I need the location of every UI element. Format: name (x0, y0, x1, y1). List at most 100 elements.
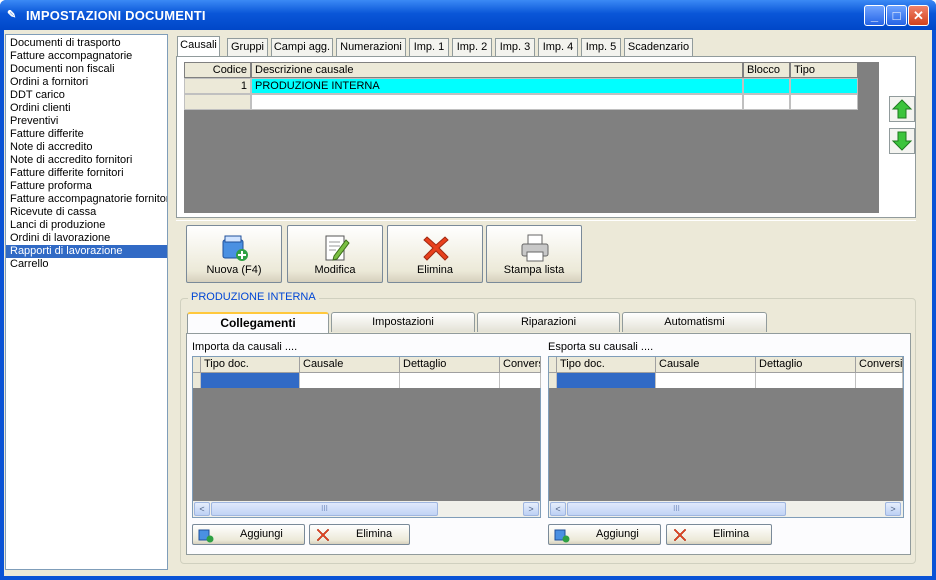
add-icon (554, 529, 570, 543)
edit-icon (325, 235, 350, 261)
sub-grid-header: Dettaglio (400, 357, 500, 373)
import-delete-button[interactable]: Elimina (309, 524, 410, 545)
doc-list-item[interactable]: Documenti di trasporto (6, 37, 167, 50)
doc-list-item[interactable]: Preventivi (6, 115, 167, 128)
print-list-button-label: Stampa lista (503, 264, 565, 276)
new-document-icon (222, 235, 248, 261)
sub-grid-cell[interactable] (201, 373, 300, 388)
move-up-button[interactable] (889, 96, 915, 122)
doc-list-item[interactable]: Ricevute di cassa (6, 206, 167, 219)
export-add-button[interactable]: Aggiungi (548, 524, 661, 545)
sub-grid-cell[interactable] (756, 373, 856, 388)
sub-grid-cell[interactable] (400, 373, 500, 388)
doc-list-item[interactable]: Ordini a fornitori (6, 76, 167, 89)
bottom-tab-1[interactable]: Impostazioni (331, 312, 475, 332)
bottom-tab-2[interactable]: Riparazioni (477, 312, 620, 332)
sub-grid-cell[interactable] (557, 373, 656, 388)
minimize-button[interactable]: _ (864, 5, 885, 26)
edit-button[interactable]: Modifica (287, 225, 383, 283)
sub-grid-cell[interactable] (656, 373, 756, 388)
grid-cell[interactable]: PRODUZIONE INTERNA (251, 78, 743, 94)
tab-5[interactable]: Imp. 2 (452, 38, 492, 56)
doc-list-item[interactable]: Lanci di produzione (6, 219, 167, 232)
doc-list-item[interactable]: Fatture accompagnatorie (6, 50, 167, 63)
add-icon (198, 529, 214, 543)
doc-list-item[interactable]: Ordini clienti (6, 102, 167, 115)
arrow-down-icon (891, 131, 913, 151)
tab-4[interactable]: Imp. 1 (409, 38, 449, 56)
scroll-thumb[interactable]: III (567, 502, 786, 516)
doc-list-item[interactable]: Note di accredito (6, 141, 167, 154)
row-selector-header (549, 357, 557, 373)
new-button[interactable]: Nuova (F4) (186, 225, 282, 283)
tab-7[interactable]: Imp. 4 (538, 38, 578, 56)
edit-button-label: Modifica (314, 264, 356, 276)
close-icon: ✕ (913, 8, 924, 23)
printer-icon (521, 234, 549, 262)
scroll-grip-icon: III (673, 504, 680, 513)
grid-cell[interactable] (790, 78, 858, 94)
document-type-list[interactable]: Documenti di trasporto Fatture accompagna… (5, 34, 168, 570)
sub-grid-header: Causale (300, 357, 400, 373)
tab-1[interactable]: Gruppi (227, 38, 268, 56)
maximize-button[interactable]: □ (886, 5, 907, 26)
doc-list-item[interactable]: DDT carico (6, 89, 167, 102)
tab-2[interactable]: Campi agg. (271, 38, 333, 56)
doc-list-item[interactable]: Rapporti di lavorazione (6, 245, 167, 258)
move-down-button[interactable] (889, 128, 915, 154)
row-selector (193, 373, 201, 388)
import-delete-label: Elimina (356, 528, 393, 540)
export-delete-label: Elimina (713, 528, 750, 540)
export-delete-button[interactable]: Elimina (666, 524, 772, 545)
grid-empty-cell[interactable] (184, 94, 251, 110)
doc-list-item[interactable]: Fatture differite fornitori (6, 167, 167, 180)
tab-3[interactable]: Numerazioni (336, 38, 406, 56)
doc-list-item[interactable]: Fatture differite (6, 128, 167, 141)
doc-list-item[interactable]: Documenti non fiscali (6, 63, 167, 76)
grid-header: Codice (184, 62, 251, 78)
sub-grid-cell[interactable] (856, 373, 903, 388)
grid-empty-cell[interactable] (743, 94, 790, 110)
tab-8[interactable]: Imp. 5 (581, 38, 621, 56)
grid-cell[interactable]: 1 (184, 78, 251, 94)
grid-cell[interactable] (743, 78, 790, 94)
grid-empty-cell[interactable] (790, 94, 858, 110)
sub-grid-header: Tipo doc. (201, 357, 300, 373)
export-label: Esporta su causali .... (548, 341, 654, 353)
grid-header: Descrizione causale (251, 62, 743, 78)
scroll-left-icon[interactable]: < (194, 502, 210, 516)
tab-6[interactable]: Imp. 3 (495, 38, 535, 56)
row-selector-header (193, 357, 201, 373)
bottom-tab-0[interactable]: Collegamenti (187, 312, 329, 334)
import-add-label: Aggiungi (240, 528, 283, 540)
doc-list-item[interactable]: Fatture proforma (6, 180, 167, 193)
grid-header: Blocco (743, 62, 790, 78)
doc-list-item[interactable]: Carrello (6, 258, 167, 271)
export-hscrollbar[interactable]: < III > (549, 501, 903, 517)
scroll-right-icon[interactable]: > (885, 502, 901, 516)
scroll-grip-icon: III (321, 504, 328, 513)
delete-x-icon (673, 528, 687, 542)
close-button[interactable]: ✕ (908, 5, 929, 26)
delete-x-icon (316, 528, 330, 542)
sub-grid-cell[interactable] (500, 373, 541, 388)
export-add-label: Aggiungi (596, 528, 639, 540)
tab-0[interactable]: Causali (177, 36, 220, 56)
delete-button[interactable]: Elimina (387, 225, 483, 283)
import-label: Importa da causali .... (192, 341, 298, 353)
doc-list-item[interactable]: Note di accredito fornitori (6, 154, 167, 167)
import-add-button[interactable]: Aggiungi (192, 524, 305, 545)
print-list-button[interactable]: Stampa lista (486, 225, 582, 283)
import-hscrollbar[interactable]: < III > (193, 501, 540, 517)
title-bar[interactable]: ✎ IMPOSTAZIONI DOCUMENTI _ □ ✕ (0, 0, 936, 30)
scroll-thumb[interactable]: III (211, 502, 438, 516)
doc-list-item[interactable]: Ordini di lavorazione (6, 232, 167, 245)
bottom-tab-3[interactable]: Automatismi (622, 312, 767, 332)
doc-list-item[interactable]: Fatture accompagnatorie fornitori (6, 193, 167, 206)
scroll-left-icon[interactable]: < (550, 502, 566, 516)
delete-button-label: Elimina (416, 264, 454, 276)
grid-empty-cell[interactable] (251, 94, 743, 110)
scroll-right-icon[interactable]: > (523, 502, 539, 516)
sub-grid-cell[interactable] (300, 373, 400, 388)
tab-9[interactable]: Scadenzario (624, 38, 693, 56)
